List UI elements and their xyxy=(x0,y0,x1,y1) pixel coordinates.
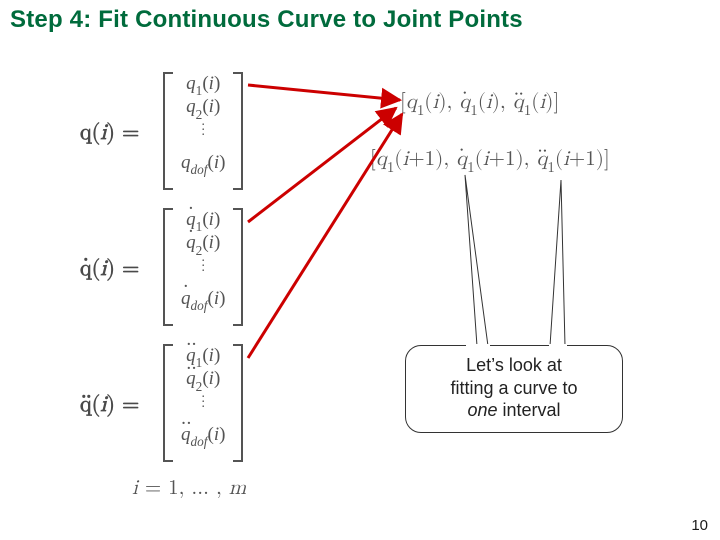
vdots-icon: ··· xyxy=(201,124,206,139)
index-line: i = 1, … , m xyxy=(132,476,246,501)
callout-line3a: one xyxy=(467,400,497,420)
callout-line3b: interval xyxy=(498,400,561,420)
vector-q: q1(i) q2(i) ··· qdof(i) xyxy=(163,72,243,190)
vdots-icon: ··· xyxy=(201,396,206,411)
callout-tail-2 xyxy=(550,180,565,346)
lhs-qddot: q(i) = xyxy=(80,392,139,418)
callout-box: Let’s look at fitting a curve to one int… xyxy=(405,345,623,433)
vector-qdot: q1(i) q2(i) ··· qdof(i) xyxy=(163,208,243,326)
arrow-q-to-tuple-i xyxy=(248,85,400,100)
page-number: 10 xyxy=(691,517,708,534)
rhs-tuple-i-plus-1: [q1(i+1), q1(i+1), q1(i+1)] xyxy=(370,147,610,175)
rhs-tuple-i: [q1(i), q1(i), q1(i)] xyxy=(400,90,559,118)
qddot-row-dof: qdof(i) xyxy=(181,425,225,448)
lhs-q: q(i) = xyxy=(80,120,139,146)
callout-line1: Let’s look at xyxy=(466,355,562,375)
callout-line2: fitting a curve to xyxy=(450,378,577,398)
q-row1: q1(i) xyxy=(186,74,220,97)
qdot-row-dof: qdof(i) xyxy=(181,289,225,312)
vector-qddot: q1(i) q2(i) ··· qdof(i) xyxy=(163,344,243,462)
lhs-qdot: q(i) = xyxy=(80,256,139,282)
callout-tail-1 xyxy=(465,175,488,346)
q-row-dof: qdof(i) xyxy=(181,153,225,176)
slide-title: Step 4: Fit Continuous Curve to Joint Po… xyxy=(10,6,523,34)
vdots-icon: ··· xyxy=(201,260,206,275)
